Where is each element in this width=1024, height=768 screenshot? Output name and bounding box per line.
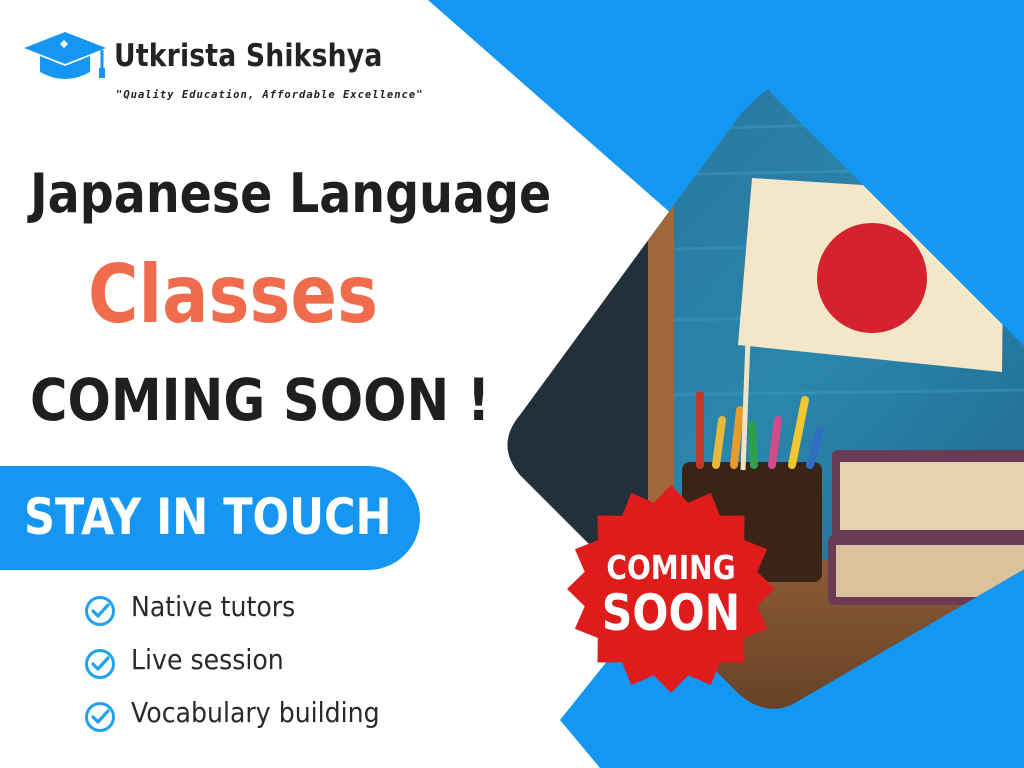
brand-header: Utkrista Shikshya "Quality Education, Af… bbox=[22, 30, 424, 110]
check-circle-icon bbox=[85, 649, 115, 679]
feature-list: Native tutors Live session Vocabulary bu… bbox=[84, 586, 444, 745]
headline-coming-soon: COMING SOON ! bbox=[30, 366, 491, 434]
check-circle-icon bbox=[85, 596, 115, 626]
badge-line-coming: COMING bbox=[606, 548, 736, 587]
feature-label: Native tutors bbox=[131, 590, 296, 623]
list-item: Native tutors bbox=[84, 586, 444, 639]
feature-label: Vocabulary building bbox=[131, 696, 380, 729]
badge-line-soon: SOON bbox=[601, 584, 741, 642]
list-item: Vocabulary building bbox=[84, 692, 444, 745]
graduation-cap-icon bbox=[24, 32, 106, 79]
coming-soon-badge: COMING SOON bbox=[566, 484, 776, 694]
check-circle-icon bbox=[85, 702, 115, 732]
feature-label: Live session bbox=[131, 643, 284, 676]
stay-in-touch-label: STAY IN TOUCH bbox=[24, 488, 392, 546]
brand-name: Utkrista Shikshya bbox=[114, 38, 383, 74]
headline-language: Japanese Language bbox=[30, 162, 552, 225]
brand-tagline: "Quality Education, Affordable Excellenc… bbox=[116, 89, 424, 101]
stay-in-touch-button[interactable]: STAY IN TOUCH bbox=[0, 466, 420, 570]
promo-banner: Utkrista Shikshya "Quality Education, Af… bbox=[0, 0, 1024, 768]
list-item: Live session bbox=[84, 639, 444, 692]
headline-classes: Classes bbox=[88, 248, 379, 341]
